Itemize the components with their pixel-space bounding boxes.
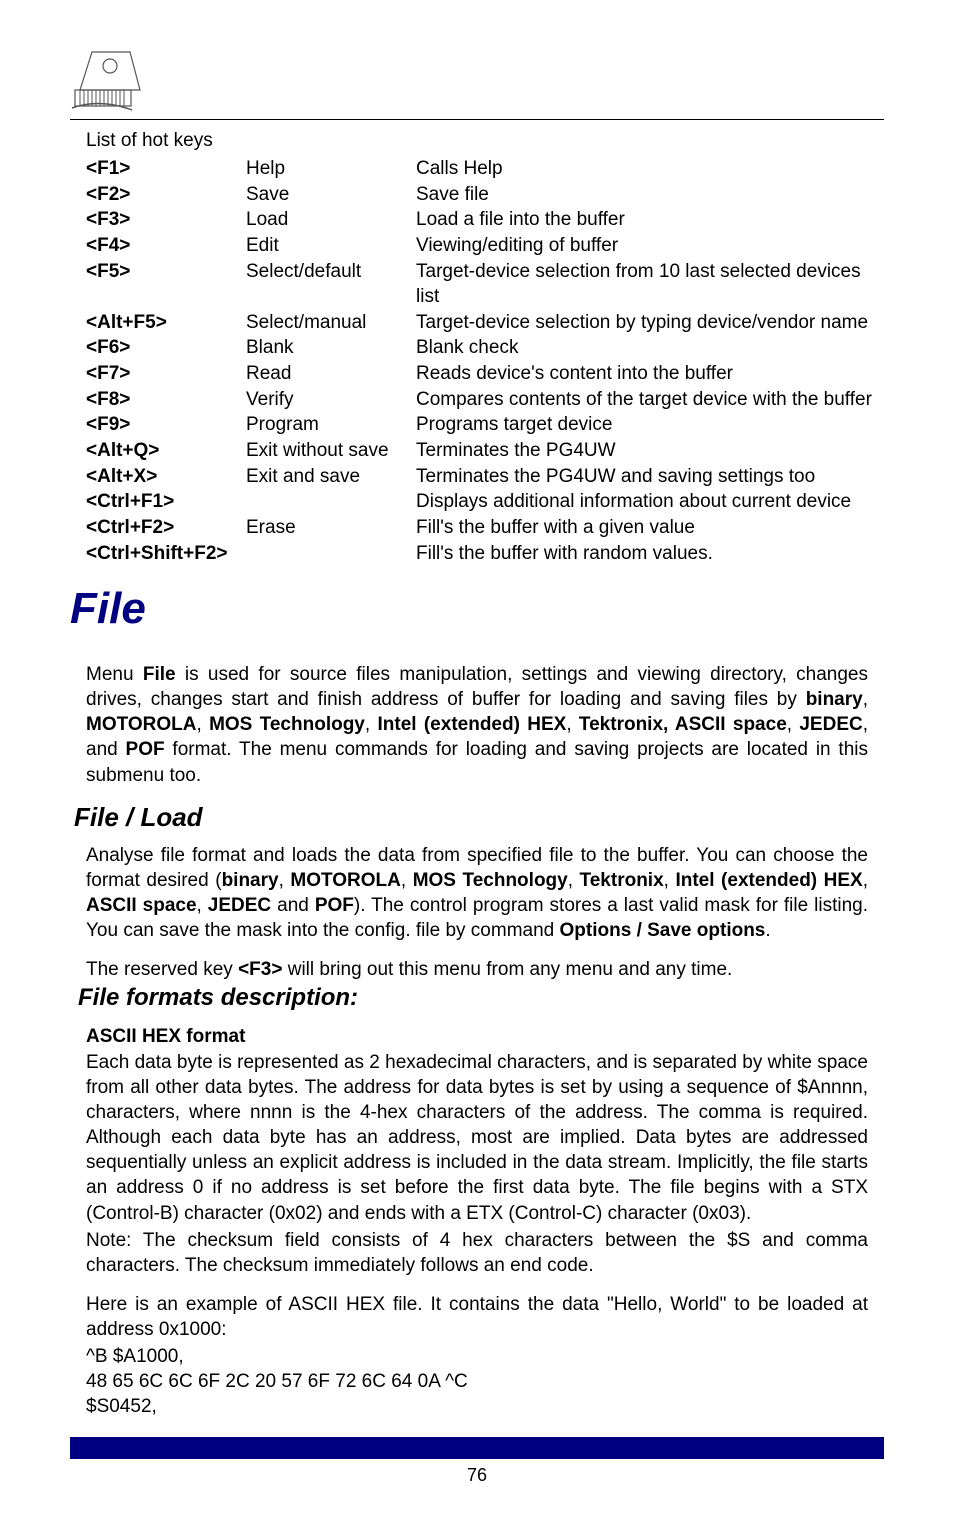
header-rule xyxy=(70,119,884,120)
hotkey-desc: Save file xyxy=(416,182,884,208)
para-ascii-note: Note: The checksum field consists of 4 h… xyxy=(86,1228,868,1278)
hotkey-key: <F4> xyxy=(86,233,246,259)
hotkey-key: <F8> xyxy=(86,387,246,413)
hotkey-desc: Fill's the buffer with random values. xyxy=(416,541,884,567)
hotkey-name: Select/manual xyxy=(246,310,416,336)
hotkey-desc: Target-device selection from 10 last sel… xyxy=(416,259,884,310)
table-row: <Alt+X>Exit and saveTerminates the PG4UW… xyxy=(86,464,884,490)
hotkey-key: <F7> xyxy=(86,361,246,387)
table-row: <Ctrl+F2>EraseFill's the buffer with a g… xyxy=(86,515,884,541)
hotkey-desc: Reads device's content into the buffer xyxy=(416,361,884,387)
hotkey-name: Select/default xyxy=(246,259,416,310)
page-number: 76 xyxy=(70,1465,884,1506)
hotkey-desc: Target-device selection by typing device… xyxy=(416,310,884,336)
hotkey-key: <Ctrl+F1> xyxy=(86,489,246,515)
hotkey-desc: Viewing/editing of buffer xyxy=(416,233,884,259)
hotkey-name: Erase xyxy=(246,515,416,541)
table-row: <Ctrl+F1> Displays additional information… xyxy=(86,489,884,515)
hotkey-key: <Alt+X> xyxy=(86,464,246,490)
logo xyxy=(70,50,150,115)
ascii-example-line: ^B $A1000, xyxy=(86,1344,868,1369)
hotkey-table: <F1>HelpCalls Help <F2>SaveSave file <F3… xyxy=(70,156,884,566)
hotkey-name: Verify xyxy=(246,387,416,413)
hotkey-key: <F9> xyxy=(86,412,246,438)
hotkey-key: <Alt+Q> xyxy=(86,438,246,464)
hotkey-key: <Alt+F5> xyxy=(86,310,246,336)
hotkey-name: Edit xyxy=(246,233,416,259)
hotkey-desc: Compares contents of the target device w… xyxy=(416,387,884,413)
hotkey-desc: Terminates the PG4UW xyxy=(416,438,884,464)
hotkey-name: Exit without save xyxy=(246,438,416,464)
hotkey-desc: Programs target device xyxy=(416,412,884,438)
para-ascii-example-intro: Here is an example of ASCII HEX file. It… xyxy=(86,1292,868,1342)
hotkey-key: <F1> xyxy=(86,156,246,182)
table-row: <F6>BlankBlank check xyxy=(86,335,884,361)
hotkey-desc: Terminates the PG4UW and saving settings… xyxy=(416,464,884,490)
hotkey-desc: Load a file into the buffer xyxy=(416,207,884,233)
hotkey-key: <F2> xyxy=(86,182,246,208)
hotkey-key: <Ctrl+F2> xyxy=(86,515,246,541)
table-row: <F9>ProgramPrograms target device xyxy=(86,412,884,438)
hotkey-name: Blank xyxy=(246,335,416,361)
table-row: <F8>VerifyCompares contents of the targe… xyxy=(86,387,884,413)
hotkey-name: Exit and save xyxy=(246,464,416,490)
ascii-example-line: 48 65 6C 6C 6F 2C 20 57 6F 72 6C 64 0A ^… xyxy=(86,1369,868,1394)
hotkey-name: Program xyxy=(246,412,416,438)
hotkey-desc: Displays additional information about cu… xyxy=(416,489,884,515)
para-menu-file: Menu File is used for source files manip… xyxy=(86,662,868,787)
hotkey-key: <Ctrl+Shift+F2> xyxy=(86,541,246,567)
hotkey-desc: Calls Help xyxy=(416,156,884,182)
para-file-load: Analyse file format and loads the data f… xyxy=(86,843,868,943)
ascii-example-line: $S0452, xyxy=(86,1394,868,1419)
para-reserved-key: The reserved key <F3> will bring out thi… xyxy=(86,957,868,982)
table-row: <Ctrl+Shift+F2> Fill's the buffer with ra… xyxy=(86,541,884,567)
table-row: <Alt+Q>Exit without saveTerminates the P… xyxy=(86,438,884,464)
table-row: <F3>LoadLoad a file into the buffer xyxy=(86,207,884,233)
para-ascii-hex-1: Each data byte is represented as 2 hexad… xyxy=(86,1050,868,1226)
footer-bar xyxy=(70,1437,884,1459)
heading-ascii-hex: ASCII HEX format xyxy=(86,1026,884,1048)
heading-file-formats: File formats description: xyxy=(78,984,884,1012)
heading-file-load: File / Load xyxy=(74,802,884,833)
hotkey-intro: List of hot keys xyxy=(86,130,884,152)
table-row: <F4>EditViewing/editing of buffer xyxy=(86,233,884,259)
hotkey-name: Help xyxy=(246,156,416,182)
table-row: <Alt+F5>Select/manualTarget-device selec… xyxy=(86,310,884,336)
hotkey-key: <F6> xyxy=(86,335,246,361)
table-row: <F1>HelpCalls Help xyxy=(86,156,884,182)
hotkey-key: <F3> xyxy=(86,207,246,233)
hotkey-desc: Blank check xyxy=(416,335,884,361)
table-row: <F2>SaveSave file xyxy=(86,182,884,208)
hotkey-name: Read xyxy=(246,361,416,387)
hotkey-desc: Fill's the buffer with a given value xyxy=(416,515,884,541)
hotkey-name: Save xyxy=(246,182,416,208)
hotkey-key: <F5> xyxy=(86,259,246,310)
hotkey-name xyxy=(246,489,416,515)
table-row: <F7>ReadReads device's content into the … xyxy=(86,361,884,387)
hotkey-name xyxy=(246,541,416,567)
heading-file: File xyxy=(70,584,884,634)
hotkey-name: Load xyxy=(246,207,416,233)
table-row: <F5>Select/defaultTarget-device selectio… xyxy=(86,259,884,310)
